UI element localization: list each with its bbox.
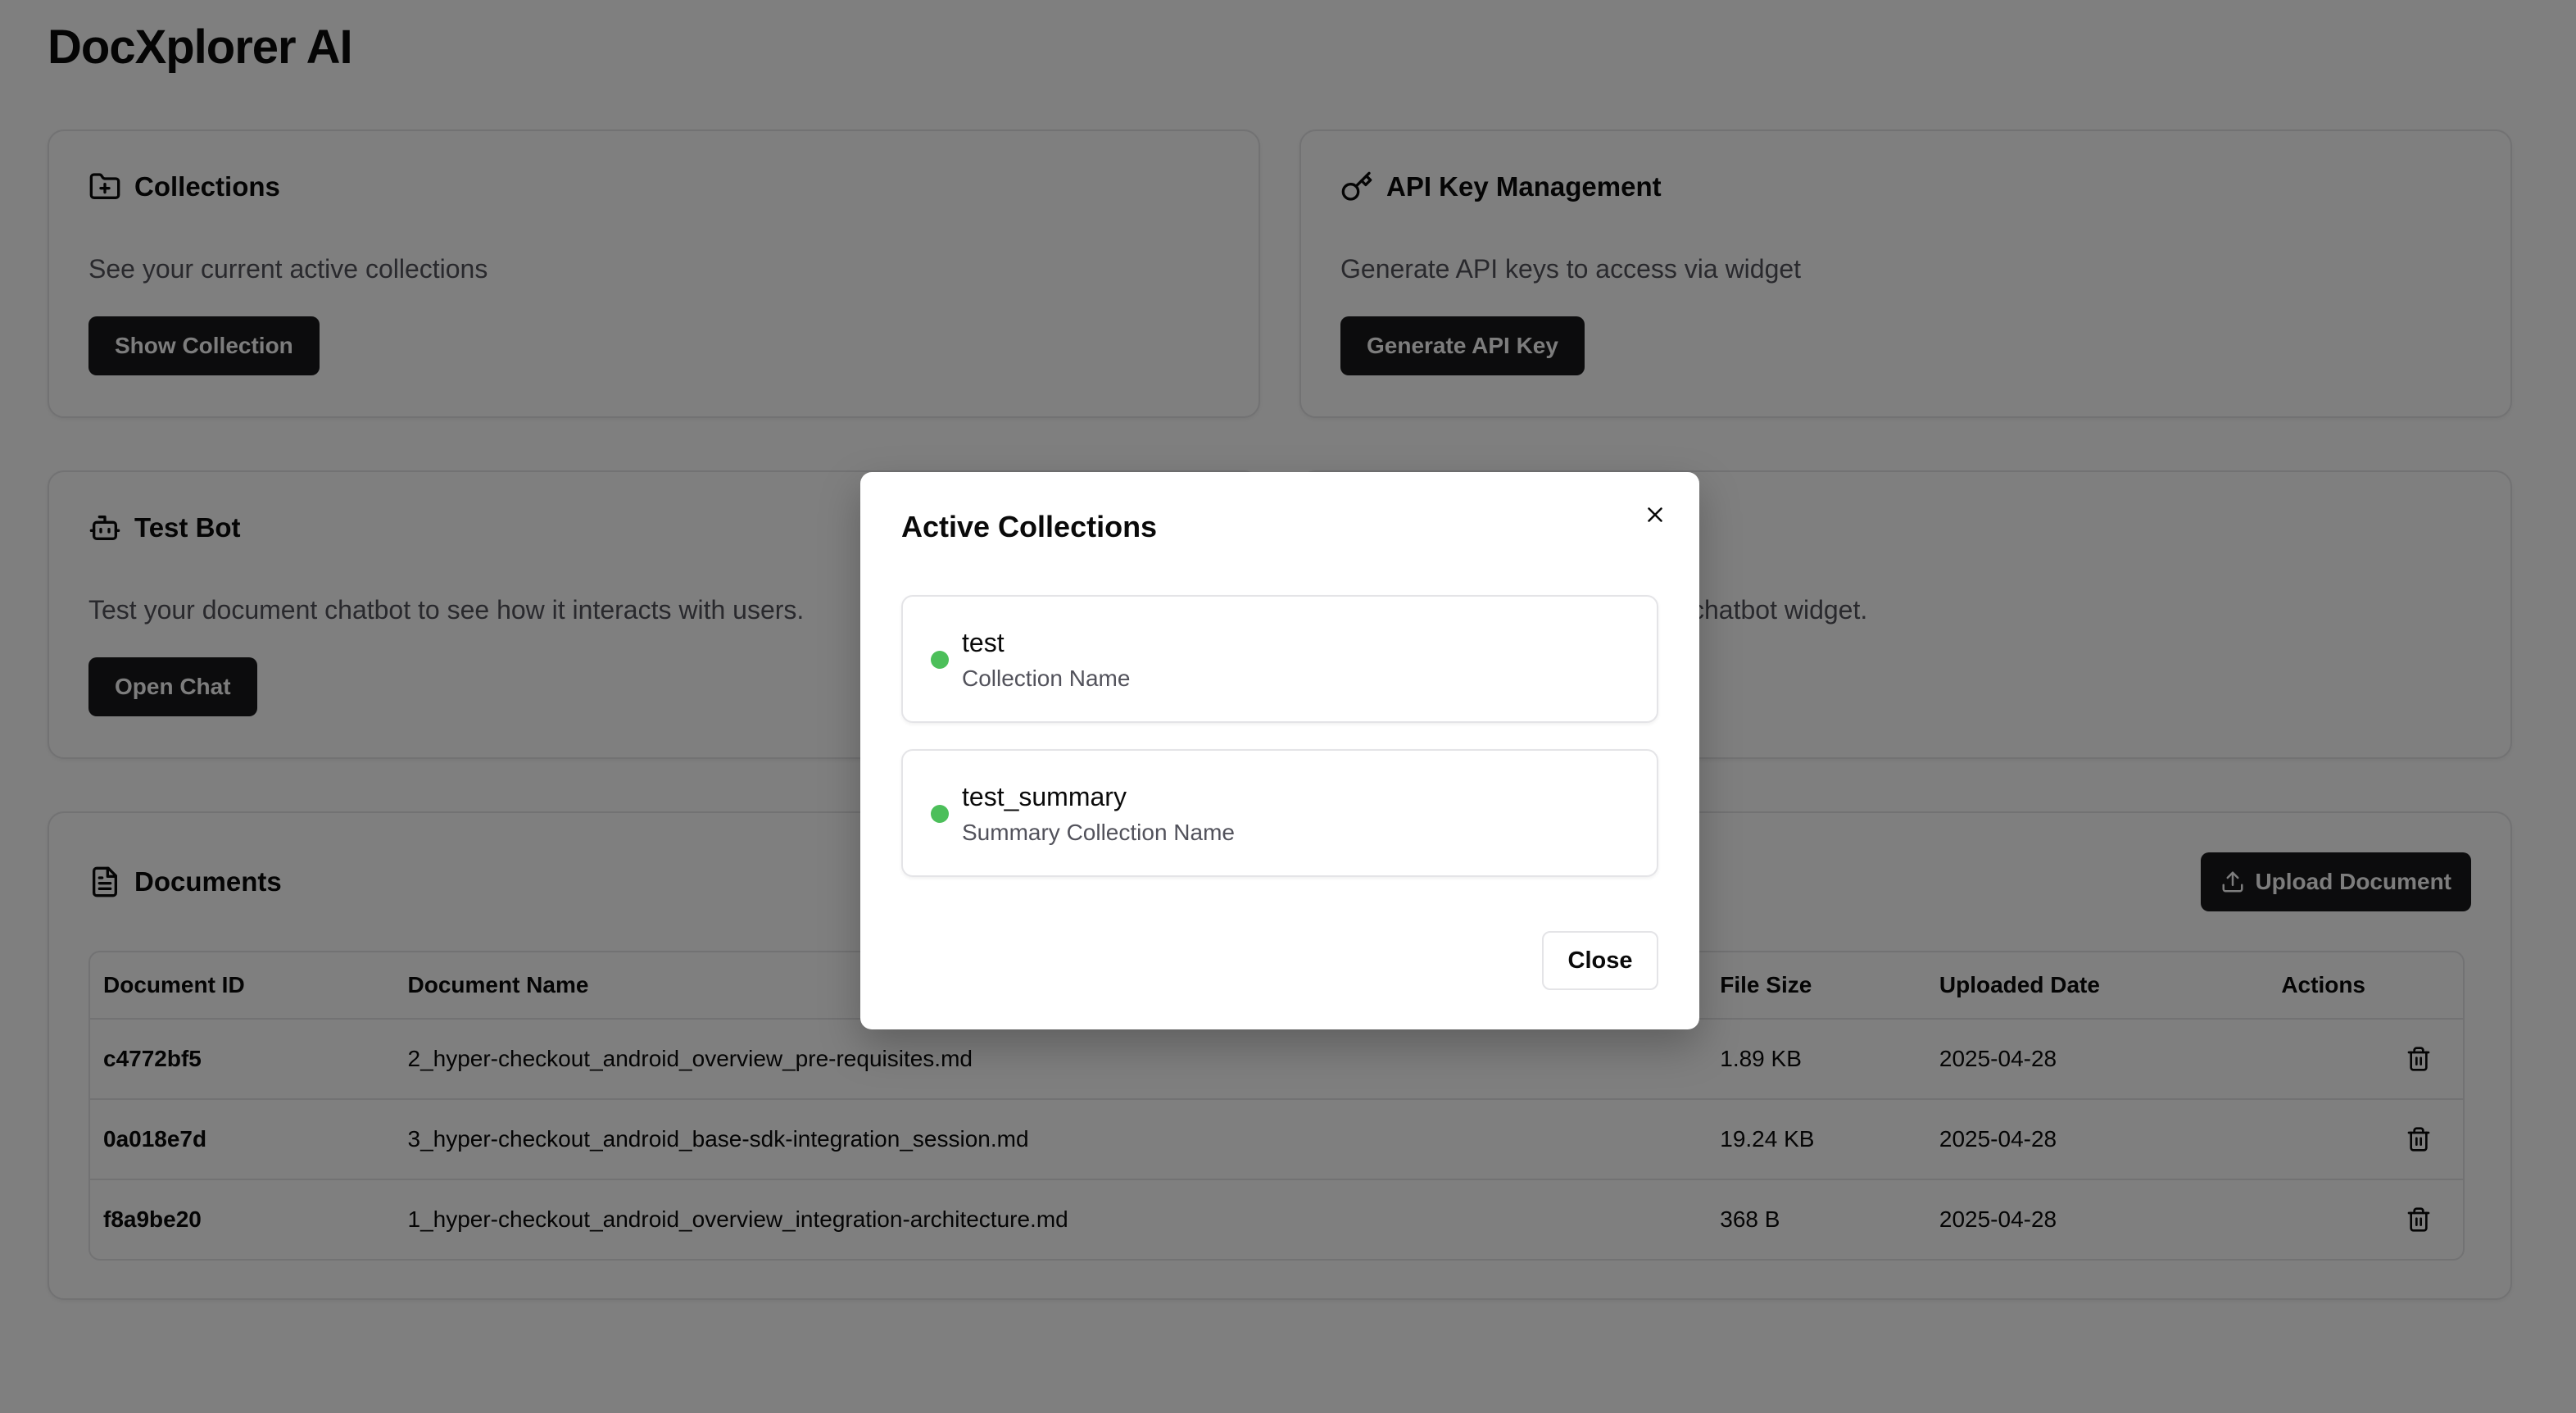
close-button[interactable]: Close: [1542, 931, 1658, 990]
dialog-title: Active Collections: [901, 510, 1158, 543]
active-collections-dialog: Active Collections test Collection Name …: [860, 472, 1699, 1029]
active-status-dot: [931, 805, 949, 823]
collection-item: test_summary Summary Collection Name: [901, 749, 1658, 877]
collection-item: test Collection Name: [901, 595, 1658, 723]
collection-name: test: [962, 628, 1005, 657]
page: DocXplorer AI Collections See your curre…: [0, 0, 2576, 1413]
collection-label: Summary Collection Name: [962, 820, 1235, 845]
collection-name: test_summary: [962, 782, 1127, 811]
close-icon[interactable]: [1640, 500, 1670, 529]
active-status-dot: [931, 651, 949, 669]
collection-label: Collection Name: [962, 666, 1131, 691]
